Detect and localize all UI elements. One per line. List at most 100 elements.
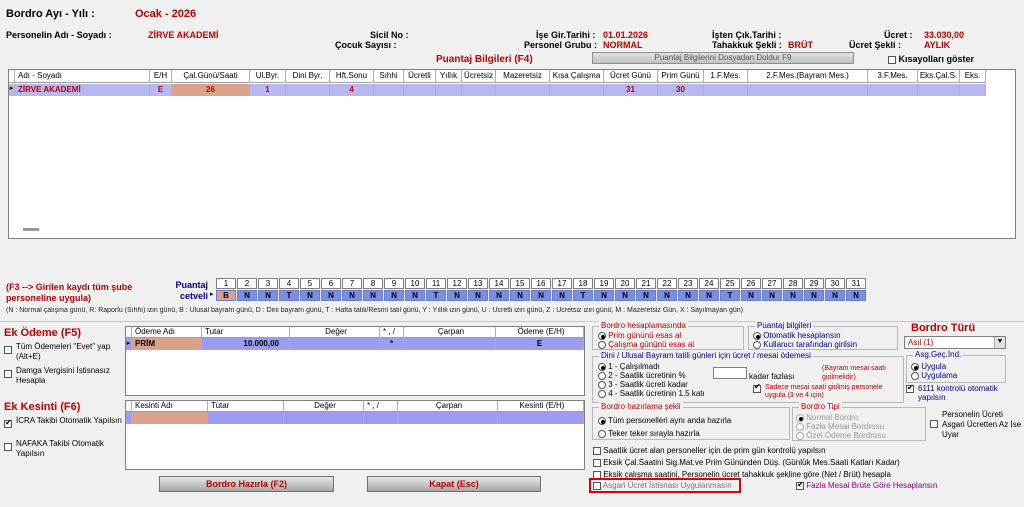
cell[interactable]: 4 bbox=[330, 84, 374, 96]
dini-opt1[interactable]: 1 - Çalışılmadı bbox=[598, 362, 660, 371]
cetvel-day-code[interactable]: T bbox=[279, 290, 299, 301]
cetvel-day-code[interactable]: N bbox=[741, 290, 761, 301]
cell[interactable] bbox=[284, 412, 364, 424]
uygula-radio[interactable] bbox=[911, 362, 919, 371]
ozel-odeme-radio[interactable] bbox=[796, 431, 804, 440]
cetvel-day-code[interactable]: N bbox=[384, 290, 404, 301]
asgari-ucret-istisna-checkbox[interactable] bbox=[593, 481, 601, 490]
ek-kesinti-grid[interactable]: Kesinti Adı Tutar Değer * , / Çarpan Kes… bbox=[125, 400, 585, 470]
table-row[interactable]: ▸ ZİRVE AKADEMİ E 26 1 4 31 30 bbox=[9, 84, 986, 96]
cetvel-day-code[interactable]: N bbox=[678, 290, 698, 301]
col-header[interactable]: Eks. bbox=[960, 70, 986, 83]
sadece-mesai-checkbox[interactable] bbox=[753, 383, 761, 393]
col-header[interactable]: E/H bbox=[150, 70, 172, 83]
cell[interactable]: PRİM bbox=[132, 338, 202, 350]
sadece-mesai-option[interactable]: Sadece mesai saati girilmiş personele uy… bbox=[753, 383, 903, 400]
cetvel-day-code[interactable]: N bbox=[636, 290, 656, 301]
calisma-gunu-radio[interactable] bbox=[598, 340, 606, 349]
cetvel-day-code[interactable]: N bbox=[468, 290, 488, 301]
col-header[interactable]: * , / bbox=[380, 327, 404, 337]
dini-opt3[interactable]: 3 - Saatlik ücreti kadar bbox=[598, 380, 688, 389]
cell[interactable] bbox=[374, 84, 404, 96]
prim-gunu-radio[interactable] bbox=[598, 331, 606, 340]
cell[interactable] bbox=[704, 84, 748, 96]
col-header[interactable]: * , / bbox=[364, 401, 398, 411]
cell[interactable] bbox=[398, 412, 498, 424]
col-header[interactable]: Hft.Sonu bbox=[330, 70, 374, 83]
cetvel-day-code[interactable]: N bbox=[615, 290, 635, 301]
cell[interactable]: 10.000,00 bbox=[202, 338, 290, 350]
cell[interactable] bbox=[436, 84, 462, 96]
col-header[interactable]: Tutar bbox=[202, 327, 290, 337]
cell[interactable] bbox=[550, 84, 604, 96]
dini-opt2[interactable]: 2 - Saatlik ücretinin % bbox=[598, 371, 686, 380]
tum-personel-radio[interactable] bbox=[598, 416, 606, 425]
cell[interactable] bbox=[286, 84, 330, 96]
cell-name[interactable]: ZİRVE AKADEMİ bbox=[15, 84, 150, 96]
damga-option[interactable]: Damga Vergisini İstisnasız Hesapla bbox=[4, 366, 122, 386]
cell[interactable]: * bbox=[380, 338, 404, 350]
col-header[interactable]: Değer bbox=[284, 401, 364, 411]
col-header[interactable]: 3.F.Mes. bbox=[868, 70, 918, 83]
nafaka-checkbox[interactable] bbox=[4, 443, 12, 451]
cetvel-day-code[interactable]: N bbox=[510, 290, 530, 301]
col-header[interactable]: Ücret Günü bbox=[604, 70, 658, 83]
6111-checkbox[interactable] bbox=[906, 383, 914, 393]
shortcut-checkbox[interactable] bbox=[888, 55, 896, 64]
personelin-ucreti-option[interactable]: Personelin Ücreti Asgari Ücretten Az İse… bbox=[930, 410, 1022, 440]
cetvel-day-code[interactable]: N bbox=[300, 290, 320, 301]
cetvel-day-code[interactable]: N bbox=[804, 290, 824, 301]
cetvel-day-code[interactable]: N bbox=[321, 290, 341, 301]
cetvel-day-code[interactable]: N bbox=[552, 290, 572, 301]
cetvel-day-code[interactable]: N bbox=[405, 290, 425, 301]
col-header[interactable]: 1.F.Mes. bbox=[704, 70, 748, 83]
table-row[interactable] bbox=[126, 412, 584, 424]
cetvel-day-code[interactable]: N bbox=[531, 290, 551, 301]
col-header[interactable]: Ücretli bbox=[404, 70, 436, 83]
nafaka-option[interactable]: NAFAKA Takibi Otomatik Yapılsın bbox=[4, 439, 122, 459]
dini-opt3-radio[interactable] bbox=[598, 380, 606, 389]
eksik-calisma-sig-checkbox[interactable] bbox=[593, 458, 601, 467]
cell[interactable]: E bbox=[496, 338, 584, 350]
cell[interactable]: 31 bbox=[604, 84, 658, 96]
puantaj-grid[interactable]: Adı - Soyadı E/H Çal.Günü/Saati Ul.Byr. … bbox=[8, 69, 1016, 239]
fazla-mesai-bordro-radio[interactable] bbox=[796, 422, 804, 431]
bordro-turu-select[interactable]: Asıl (1) ▼ bbox=[904, 336, 1006, 349]
cetvel-day-code[interactable]: N bbox=[237, 290, 257, 301]
cell[interactable]: 26 bbox=[172, 84, 250, 96]
normal-bordro-option[interactable]: Normal Bordro bbox=[796, 413, 858, 422]
cetvel-day-code[interactable]: N bbox=[363, 290, 383, 301]
dini-opt4[interactable]: 4 - Saatlik ücretinin 1.5 katı bbox=[598, 389, 705, 398]
cell[interactable] bbox=[498, 412, 584, 424]
kullanici-option[interactable]: Kullanıcı tarafından girilsin bbox=[753, 340, 857, 349]
bordro-hazirla-button[interactable]: Bordro Hazırla (F2) bbox=[159, 476, 334, 492]
cell[interactable] bbox=[404, 84, 436, 96]
cetvel-day-code[interactable]: N bbox=[258, 290, 278, 301]
dini-opt1-radio[interactable] bbox=[598, 362, 606, 371]
cetvel-day-code[interactable]: N bbox=[489, 290, 509, 301]
uygula-option[interactable]: Uygula bbox=[911, 362, 946, 371]
cell[interactable] bbox=[748, 84, 868, 96]
col-header[interactable]: Sıhhi bbox=[374, 70, 404, 83]
horizontal-scrollbar[interactable] bbox=[23, 228, 39, 231]
dini-opt4-radio[interactable] bbox=[598, 389, 606, 398]
ek-odeme-grid[interactable]: Ödeme Adı Tutar Değer * , / Çarpan Ödeme… bbox=[125, 326, 585, 396]
saatlik-ucret-checkbox[interactable] bbox=[593, 446, 601, 455]
tum-personel-option[interactable]: Tüm personelleri aynı anda hazırla bbox=[598, 416, 731, 425]
cell[interactable]: 1 bbox=[250, 84, 286, 96]
col-header[interactable]: Yıllık bbox=[436, 70, 462, 83]
icra-option[interactable]: İCRA Takibi Otomatik Yapılsın bbox=[4, 416, 122, 428]
kapat-button[interactable]: Kapat (Esc) bbox=[367, 476, 541, 492]
shortcut-toggle[interactable]: Kısayolları göster bbox=[888, 54, 974, 64]
col-header[interactable]: Dini Byr. bbox=[286, 70, 330, 83]
col-header[interactable]: Değer bbox=[290, 327, 380, 337]
col-header[interactable]: Kesinti (E/H) bbox=[498, 401, 584, 411]
cetvel-day-code[interactable]: N bbox=[783, 290, 803, 301]
6111-option[interactable]: 6111 kontrolü otomatik yapılsın bbox=[906, 383, 1014, 402]
cetvel-day-code[interactable]: T bbox=[426, 290, 446, 301]
normal-bordro-radio[interactable] bbox=[796, 413, 804, 422]
cell[interactable] bbox=[404, 338, 496, 350]
cell[interactable] bbox=[496, 84, 550, 96]
prim-gunu-option[interactable]: Prim gününü esas al bbox=[598, 331, 681, 340]
yuzde-input[interactable] bbox=[713, 367, 747, 379]
